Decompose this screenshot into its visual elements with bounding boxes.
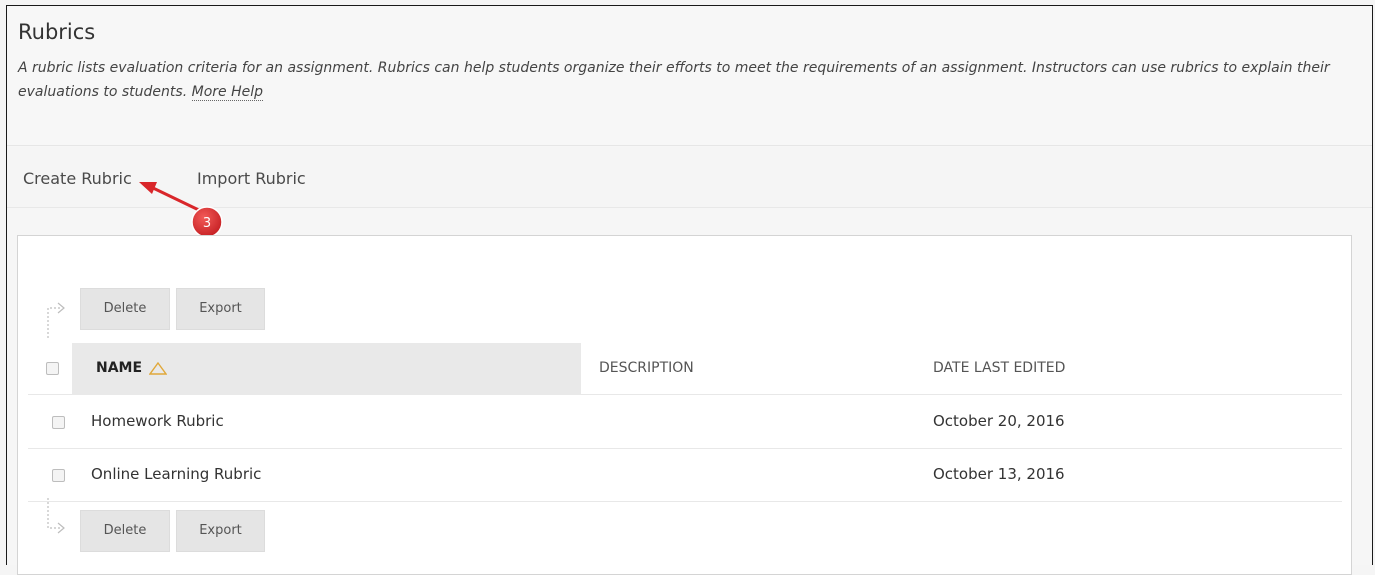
export-button-top[interactable]: Export xyxy=(176,288,265,330)
action-bar: Create Rubric Import Rubric xyxy=(7,147,1372,208)
table-row: Homework Rubric October 20, 2016 xyxy=(28,396,1342,449)
rubrics-page: Rubrics A rubric lists evaluation criter… xyxy=(6,5,1373,575)
page-description: A rubric lists evaluation criteria for a… xyxy=(18,56,1358,104)
page-header: Rubrics A rubric lists evaluation criter… xyxy=(7,6,1372,146)
row-checkbox[interactable] xyxy=(52,416,65,429)
create-rubric-link[interactable]: Create Rubric xyxy=(23,169,132,188)
import-rubric-link[interactable]: Import Rubric xyxy=(197,169,306,188)
more-help-link[interactable]: More Help xyxy=(191,84,263,101)
column-header-date[interactable]: DATE LAST EDITED xyxy=(933,360,1065,376)
export-button-bottom[interactable]: Export xyxy=(176,510,265,552)
select-all-checkbox[interactable] xyxy=(46,362,59,375)
rubrics-list-panel: Delete Export NAME DESCRIPTION DATE LAST… xyxy=(17,235,1352,575)
column-header-name[interactable]: NAME xyxy=(96,360,142,376)
sort-ascending-icon[interactable] xyxy=(149,362,167,376)
rubric-date: October 13, 2016 xyxy=(933,465,1065,483)
rubric-name[interactable]: Online Learning Rubric xyxy=(91,465,261,483)
delete-button-top[interactable]: Delete xyxy=(80,288,170,330)
table-header-row: NAME DESCRIPTION DATE LAST EDITED xyxy=(28,343,1342,395)
step-number-badge xyxy=(191,206,223,238)
page-title: Rubrics xyxy=(18,20,96,44)
rubric-name[interactable]: Homework Rubric xyxy=(91,412,224,430)
rubric-date: October 20, 2016 xyxy=(933,412,1065,430)
bulk-action-bracket-icon xyxy=(47,302,65,338)
row-checkbox[interactable] xyxy=(52,469,65,482)
table-row: Online Learning Rubric October 13, 2016 xyxy=(28,449,1342,502)
step-number: 3 xyxy=(203,216,211,231)
delete-button-bottom[interactable]: Delete xyxy=(80,510,170,552)
bulk-action-bracket-icon xyxy=(47,498,65,534)
column-header-description[interactable]: DESCRIPTION xyxy=(599,360,694,376)
